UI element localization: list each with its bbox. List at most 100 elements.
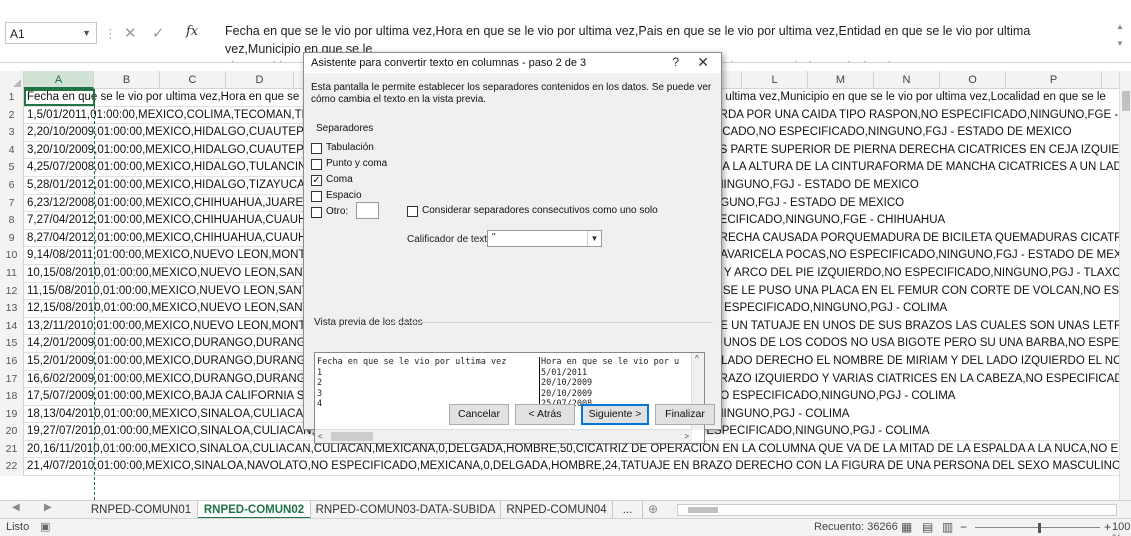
row-number[interactable]: 15 [0, 335, 24, 353]
row-number[interactable]: 21 [0, 440, 24, 459]
row-number[interactable]: 5 [0, 159, 24, 177]
cell-text-visible[interactable]: AS PARTE SUPERIOR DE PIERNA DERECHA CICA… [712, 141, 1127, 160]
page-break-icon[interactable]: ▥ [942, 520, 953, 534]
next-button[interactable]: Siguiente > [581, 404, 649, 425]
row-number[interactable]: 14 [0, 317, 24, 336]
scroll-thumb[interactable] [1122, 91, 1130, 111]
checkbox-box[interactable] [311, 207, 322, 218]
confirm-entry-icon[interactable]: ✓ [152, 24, 165, 42]
zoom-thumb[interactable] [1038, 523, 1041, 533]
column-header[interactable]: L [742, 71, 808, 89]
chevron-up-icon[interactable]: ▲ [1113, 22, 1127, 31]
row-number[interactable]: 6 [0, 176, 24, 195]
chevron-down-icon[interactable]: ▼ [587, 231, 601, 246]
cell-text-visible[interactable]: ,NINGUNO,FGJ - ESTADO DE MEXICO [712, 176, 1127, 195]
column-header[interactable]: D [226, 71, 294, 89]
row-number[interactable]: 11 [0, 264, 24, 283]
cell-text-visible[interactable]: N UNOS DE LOS CODOS NO USA BIGOTE PERO S… [712, 335, 1127, 353]
row-number[interactable]: 22 [0, 458, 24, 477]
row-number[interactable]: 19 [0, 405, 24, 424]
normal-view-icon[interactable]: ▦ [901, 520, 912, 534]
row-number[interactable]: 13 [0, 300, 24, 318]
column-header[interactable]: P [1006, 71, 1102, 89]
cell-text-visible[interactable]: PECIFICADO,NINGUNO,FGE - CHIHUAHUA [712, 212, 1127, 230]
cell-text-visible[interactable]: S A LA ALTURA DE LA CINTURAFORMA DE MANC… [712, 159, 1127, 177]
select-all-button[interactable] [0, 71, 24, 89]
row-number[interactable]: 10 [0, 247, 24, 265]
horizontal-scrollbar[interactable] [677, 504, 1117, 516]
scroll-thumb[interactable] [331, 432, 373, 441]
add-sheet-icon[interactable]: ⊕ [648, 502, 658, 516]
checkbox-box[interactable] [311, 191, 322, 202]
column-header[interactable]: B [94, 71, 160, 89]
finish-button[interactable]: Finalizar [655, 404, 715, 425]
row-number[interactable]: 3 [0, 124, 24, 142]
cell-text-visible[interactable]: FICADO,NO ESPECIFICADO,NINGUNO,FGJ - EST… [712, 124, 1127, 142]
cancel-entry-icon[interactable]: ✕ [124, 24, 137, 42]
insert-function-icon[interactable]: fx [186, 24, 198, 39]
cell-text-visible[interactable]: RAVARICELA POCAS,NO ESPECIFICADO,NINGUNO… [712, 247, 1127, 265]
cell-text-visible[interactable]: L LADO DERECHO EL NOMBRE DE MIRIAM Y DEL… [712, 352, 1127, 371]
text-qualifier-select[interactable]: " ▼ [487, 230, 602, 247]
chevron-right-icon[interactable]: > [684, 432, 689, 441]
sheet-tab-comun03[interactable]: RNPED-COMUN03-DATA-SUBIDA [311, 501, 501, 519]
check-icon[interactable]: ✓ [311, 175, 322, 186]
cell-text-visible[interactable]: or ultima vez,Municipio en que se le vio… [712, 89, 1127, 107]
cancel-button[interactable]: Cancelar [449, 404, 509, 425]
checkbox-box[interactable] [407, 206, 418, 217]
cell-text-visible[interactable]: E SE LE PUSO UNA PLACA EN EL FEMUR CON C… [712, 282, 1127, 301]
column-header[interactable]: C [160, 71, 226, 89]
page-layout-icon[interactable]: ▤ [922, 520, 933, 534]
column-header[interactable]: M [808, 71, 874, 89]
vertical-scrollbar[interactable] [1119, 71, 1131, 500]
row-number[interactable]: 17 [0, 370, 24, 389]
cell-text-visible[interactable]: ERECHA CAUSADA PORQUEMADURA DE BICILETA … [712, 229, 1127, 248]
cell-text-visible[interactable]: O ESPECIFICADO,NINGUNO,PGJ - COLIMA [712, 300, 1127, 318]
cell-text-visible[interactable]: Q Y ARCO DEL PIE IZQUIERDO,NO ESPECIFICA… [712, 264, 1127, 283]
row-number[interactable]: 9 [0, 229, 24, 248]
sheet-tab-comun02[interactable]: RNPED-COMUN02 [198, 501, 311, 519]
preview-horizontal-scrollbar[interactable]: < > [315, 429, 692, 443]
formula-scroll[interactable]: ▲ ▼ [1113, 22, 1127, 60]
back-button[interactable]: < Atrás [515, 404, 575, 425]
row-number[interactable]: 16 [0, 352, 24, 371]
scroll-thumb[interactable] [688, 507, 718, 513]
row-number[interactable]: 18 [0, 388, 24, 406]
column-header[interactable]: O [940, 71, 1006, 89]
column-header[interactable]: N [874, 71, 940, 89]
data-preview[interactable]: Fecha en que se le vio por ultima vez Hor… [314, 352, 705, 444]
name-box[interactable]: A1 ▼ [5, 22, 97, 44]
zoom-level[interactable]: 100 % [1112, 521, 1131, 536]
cell-text-visible[interactable]: ,NINGUNO,PGJ - COLIMA [712, 405, 1127, 424]
row-number[interactable]: 20 [0, 423, 24, 441]
row-number[interactable]: 8 [0, 212, 24, 230]
cell-text-visible[interactable]: BRAZO IZQUIERDO Y VARIAS CIATRICES EN LA… [712, 370, 1127, 389]
other-separator-input[interactable] [356, 202, 379, 219]
cell-text-visible[interactable]: NE UN TATUAJE EN UNOS DE SUS BRAZOS LAS … [712, 317, 1127, 336]
chevron-down-icon[interactable]: ▼ [82, 28, 91, 38]
checkbox-box[interactable] [311, 143, 322, 154]
sheet-tab-comun04[interactable]: RNPED-COMUN04 [501, 501, 613, 519]
macro-record-icon[interactable]: ▣ [40, 520, 50, 533]
column-header[interactable]: A [24, 71, 94, 89]
cell-text-visible[interactable]: NGUNO,FGJ - ESTADO DE MEXICO [712, 194, 1127, 213]
chevron-down-icon[interactable]: ▼ [1113, 39, 1127, 48]
sheet-tab-comun01[interactable]: RNPED-COMUN01 [85, 501, 198, 519]
table-row[interactable]: 22 21,4/07/2010,01:00:00,MEXICO,SINALOA,N… [0, 458, 1131, 477]
zoom-in-icon[interactable]: + [1104, 520, 1111, 534]
zoom-out-icon[interactable]: − [960, 520, 967, 534]
row-number[interactable]: 12 [0, 282, 24, 301]
row-number[interactable]: 4 [0, 141, 24, 160]
chevron-up-icon[interactable]: ^ [695, 354, 699, 363]
chevron-left-icon[interactable]: < [318, 432, 323, 441]
help-icon[interactable]: ? [672, 55, 679, 69]
checkbox-box[interactable] [311, 159, 322, 170]
row-number[interactable]: 7 [0, 194, 24, 213]
prev-sheet-icon[interactable]: ◀ [12, 502, 20, 513]
close-icon[interactable]: ✕ [697, 54, 709, 71]
row-number[interactable]: 2 [0, 106, 24, 125]
more-sheets-button[interactable]: ... [613, 501, 643, 519]
cell-text[interactable]: 21,4/07/2010,01:00:00,MEXICO,SINALOA,NAV… [27, 458, 1127, 476]
next-sheet-icon[interactable]: ▶ [44, 502, 52, 513]
row-number[interactable]: 1 [0, 89, 24, 107]
